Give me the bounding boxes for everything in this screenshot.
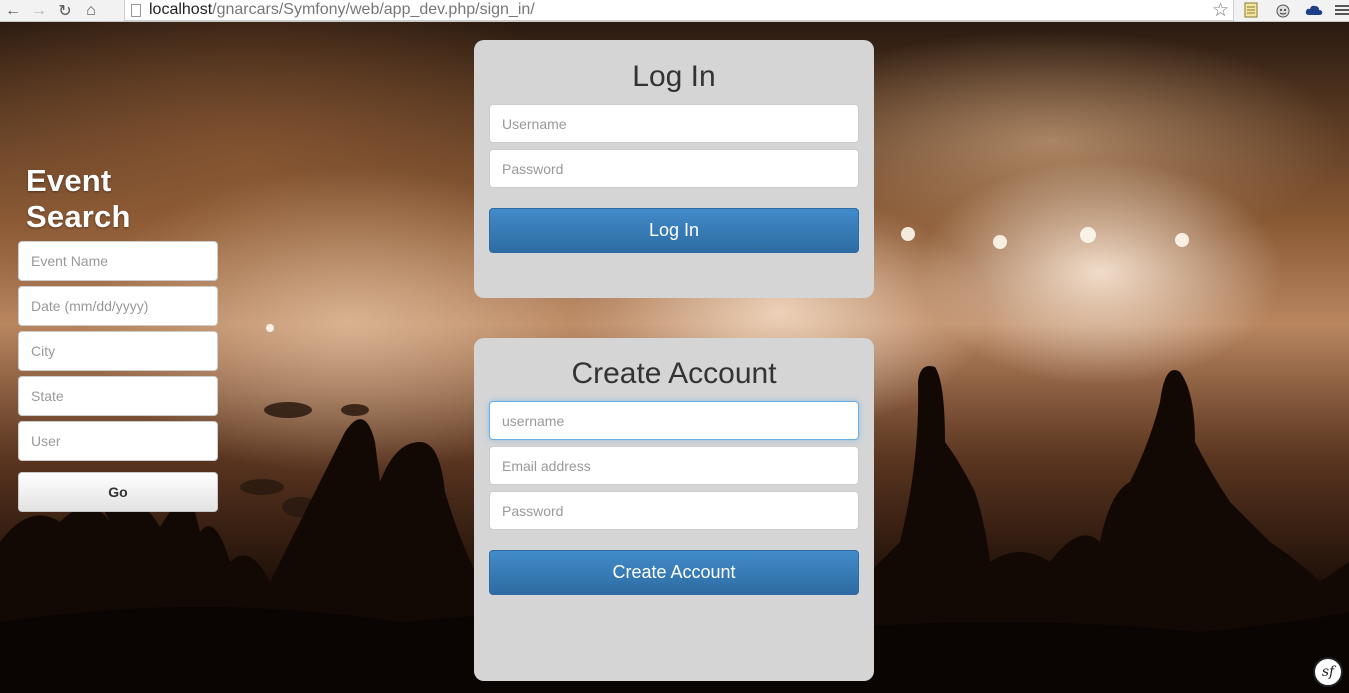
bookmark-star-icon[interactable]: ☆	[1212, 0, 1229, 22]
create-account-button[interactable]: Create Account	[489, 550, 859, 595]
login-password-input[interactable]	[489, 149, 859, 188]
login-panel: Log In Log In	[474, 40, 874, 298]
reload-icon[interactable]: ↻	[52, 0, 78, 22]
create-password-input[interactable]	[489, 491, 859, 530]
browser-toolbar: ← → ↻ ⌂ localhost/gnarcars/Symfony/web/a…	[0, 0, 1349, 22]
event-search-title: Event Search	[26, 163, 131, 234]
login-username-input[interactable]	[489, 104, 859, 143]
home-icon[interactable]: ⌂	[78, 0, 104, 22]
url-path: /gnarcars/Symfony/web/app_dev.php/sign_i…	[212, 1, 535, 18]
state-input[interactable]	[18, 376, 218, 416]
page-icon	[131, 3, 141, 17]
event-name-input[interactable]	[18, 241, 218, 281]
event-search-form: Event Search Go	[18, 163, 218, 512]
cloud-extension-icon[interactable]	[1305, 1, 1323, 19]
create-username-input[interactable]	[489, 401, 859, 440]
url-host: localhost	[149, 1, 213, 18]
address-bar[interactable]: localhost/gnarcars/Symfony/web/app_dev.p…	[124, 0, 1234, 21]
create-email-input[interactable]	[489, 446, 859, 485]
go-button[interactable]: Go	[18, 472, 218, 512]
symfony-toolbar-icon[interactable]: sf	[1313, 657, 1343, 687]
back-arrow-icon[interactable]: ←	[0, 0, 26, 22]
user-input[interactable]	[18, 421, 218, 461]
create-account-panel: Create Account Create Account	[474, 338, 874, 681]
date-input[interactable]	[18, 286, 218, 326]
forward-arrow-icon[interactable]: →	[26, 0, 52, 22]
login-button[interactable]: Log In	[489, 208, 859, 253]
menu-icon[interactable]	[1333, 1, 1349, 19]
face-extension-icon[interactable]	[1274, 1, 1292, 19]
login-title: Log In	[632, 60, 716, 93]
create-account-title: Create Account	[571, 357, 777, 390]
notes-extension-icon[interactable]	[1242, 1, 1260, 19]
city-input[interactable]	[18, 331, 218, 371]
